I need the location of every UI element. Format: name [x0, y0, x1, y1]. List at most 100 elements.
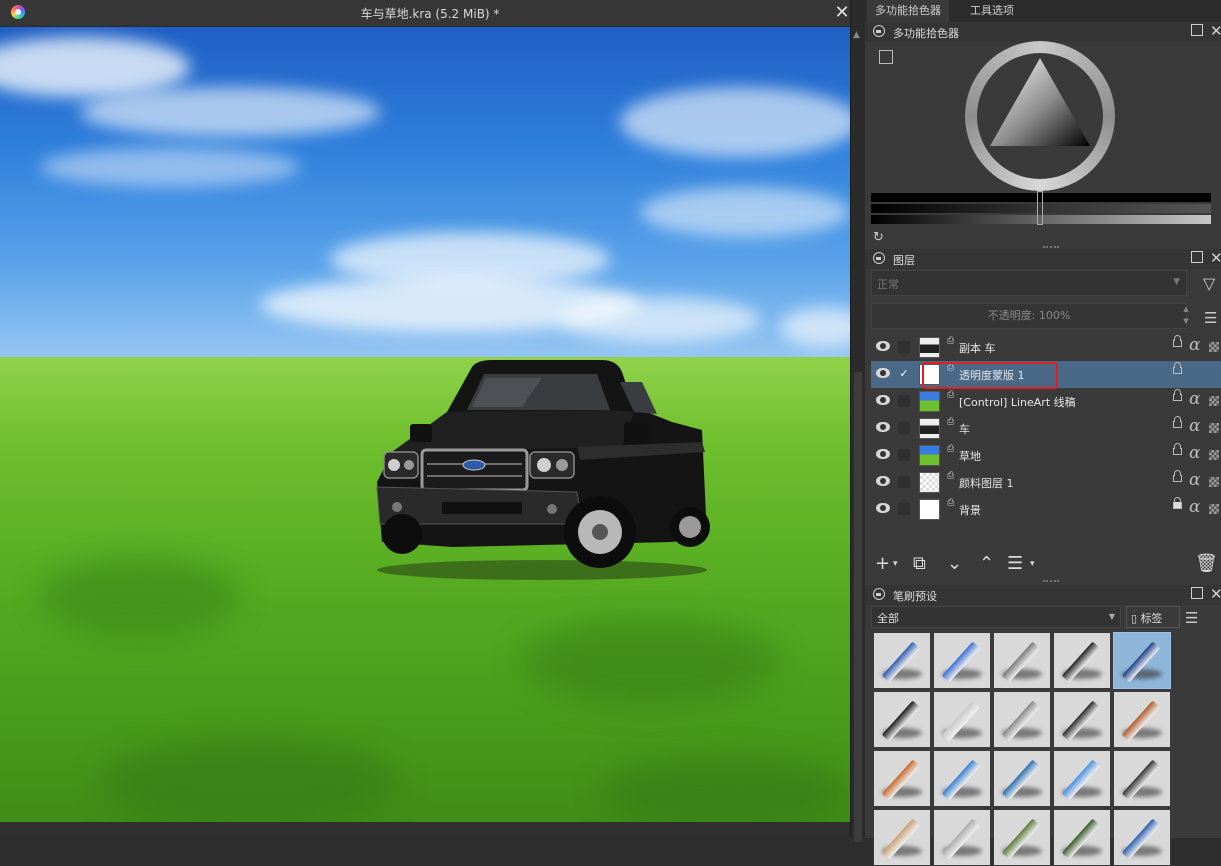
eye-icon[interactable] [876, 341, 890, 351]
properties-dropdown-icon[interactable]: ▾ [1030, 552, 1035, 576]
move-layer-up-icon[interactable]: ⌃ [979, 552, 994, 576]
lock-icon[interactable] [1173, 335, 1182, 347]
lock-icon[interactable] [873, 588, 885, 600]
opacity-spinner[interactable]: ▲ ▼ [1179, 303, 1193, 329]
layer-row[interactable]: ⎙ 颜料图层 1 α [871, 469, 1221, 496]
scroll-up-icon[interactable]: ▲ [853, 30, 860, 40]
lock-icon[interactable] [1173, 443, 1182, 455]
lock-icon[interactable] [1173, 362, 1182, 374]
layer-name[interactable]: 草地 [959, 448, 981, 464]
brush-preset-icon[interactable] [933, 691, 991, 748]
inherit-alpha-icon[interactable] [1209, 396, 1219, 406]
brush-preset-icon[interactable] [993, 632, 1051, 689]
brush-preset-icon[interactable] [873, 632, 931, 689]
layer-select-checkbox[interactable] [898, 395, 910, 407]
blend-mode-select[interactable]: 正常 ▼ [871, 270, 1187, 296]
lock-icon[interactable] [1173, 416, 1182, 428]
layer-select-checkbox[interactable] [898, 503, 910, 515]
eye-icon[interactable] [876, 395, 890, 405]
brush-preset-icon[interactable] [933, 750, 991, 807]
inherit-alpha-icon[interactable] [1209, 342, 1219, 352]
brush-preset-icon[interactable] [1053, 691, 1111, 748]
float-panel-icon[interactable] [1191, 587, 1203, 599]
inherit-alpha-icon[interactable] [1209, 477, 1219, 487]
brush-preset-icon[interactable] [993, 691, 1051, 748]
alpha-lock-icon[interactable]: α [1189, 335, 1200, 355]
image-canvas[interactable] [0, 27, 850, 822]
layer-name[interactable]: 副本 车 [959, 340, 996, 356]
tab-tool-options[interactable]: 工具选项 [962, 0, 1022, 22]
duplicate-layer-icon[interactable]: ⧉ [913, 552, 926, 576]
brush-preset-icon[interactable] [1113, 691, 1171, 748]
layer-row[interactable]: ⎙ [Control] LineArt 线稿 α [871, 388, 1221, 415]
highlight-annotation-box [922, 362, 1058, 389]
float-panel-icon[interactable] [1191, 24, 1203, 36]
eye-icon[interactable] [876, 422, 890, 432]
eye-icon[interactable] [876, 476, 890, 486]
layer-row[interactable]: ⎙ 草地 α [871, 442, 1221, 469]
brush-presets-menu-icon[interactable]: ☰ [1185, 609, 1198, 627]
reset-colors-icon[interactable]: ↻ [873, 230, 884, 245]
tab-advanced-color-selector[interactable]: 多功能拾色器 [867, 0, 949, 22]
layer-select-checkbox[interactable] [898, 422, 910, 434]
lock-icon[interactable] [1173, 470, 1182, 482]
filter-icon[interactable]: ▽ [1203, 274, 1215, 293]
lock-icon[interactable] [1173, 497, 1182, 509]
alpha-lock-icon[interactable]: α [1189, 497, 1200, 517]
color-settings-icon[interactable] [879, 50, 893, 64]
eye-icon[interactable] [876, 449, 890, 459]
alpha-lock-icon[interactable]: α [1189, 470, 1200, 490]
brush-preset-grid [873, 632, 1173, 866]
layer-select-checkbox[interactable]: ✓ [898, 368, 910, 380]
alpha-lock-icon[interactable]: α [1189, 389, 1200, 409]
brush-preset-icon[interactable] [873, 750, 931, 807]
brush-preset-icon[interactable] [1113, 632, 1171, 689]
inherit-alpha-icon[interactable] [1209, 504, 1219, 514]
inherit-alpha-icon[interactable] [1209, 423, 1219, 433]
opacity-slider[interactable]: 不透明度: 100% [871, 303, 1187, 329]
layers-menu-icon[interactable]: ☰ [1204, 309, 1217, 327]
close-document-button[interactable]: ✕ [832, 2, 852, 24]
layer-row[interactable]: ⎙ 背景 α [871, 496, 1221, 523]
brush-preset-icon[interactable] [1113, 750, 1171, 807]
lock-icon[interactable] [873, 252, 885, 264]
close-panel-icon[interactable]: ✕ [1210, 22, 1221, 40]
add-layer-icon[interactable]: + [875, 552, 890, 576]
delete-layer-icon[interactable]: 🗑 [1195, 552, 1218, 576]
brush-preset-icon[interactable] [993, 750, 1051, 807]
add-layer-dropdown-icon[interactable]: ▾ [893, 552, 898, 576]
color-value-bars[interactable] [871, 191, 1211, 225]
close-panel-icon[interactable]: ✕ [1210, 585, 1221, 603]
scrollbar-thumb[interactable] [854, 372, 862, 842]
alpha-lock-icon[interactable]: α [1189, 416, 1200, 436]
float-panel-icon[interactable] [1191, 251, 1203, 263]
layer-row[interactable]: ⎙ 副本 车 α [871, 334, 1221, 361]
splitter-grip[interactable] [1043, 580, 1059, 584]
layer-select-checkbox[interactable] [898, 476, 910, 488]
layer-row[interactable]: ⎙ 车 α [871, 415, 1221, 442]
brush-preset-icon[interactable] [873, 691, 931, 748]
brush-preset-icon[interactable] [1053, 750, 1111, 807]
layer-name[interactable]: 车 [959, 421, 970, 437]
close-panel-icon[interactable]: ✕ [1210, 249, 1221, 267]
eye-icon[interactable] [876, 368, 890, 378]
brush-preset-icon[interactable] [1053, 632, 1111, 689]
brush-tag-filter-select[interactable]: 全部 ▼ [871, 606, 1121, 628]
move-layer-down-icon[interactable]: ⌄ [947, 552, 962, 576]
saturation-value-triangle[interactable] [988, 56, 1092, 148]
document-vertical-scrollbar[interactable]: ▲ [850, 0, 865, 842]
brush-preset-icon[interactable] [933, 632, 991, 689]
lock-icon[interactable] [1173, 389, 1182, 401]
layer-name[interactable]: 背景 [959, 502, 981, 518]
alpha-lock-icon[interactable]: α [1189, 443, 1200, 463]
layer-select-checkbox[interactable] [898, 341, 910, 353]
layer-name[interactable]: 颜料图层 1 [959, 475, 1014, 491]
tag-button[interactable]: ▯ 标签 [1126, 606, 1180, 628]
layer-select-checkbox[interactable] [898, 449, 910, 461]
inherit-alpha-icon[interactable] [1209, 450, 1219, 460]
layer-pin-icon: ⎙ [947, 498, 955, 508]
eye-icon[interactable] [876, 503, 890, 513]
layer-properties-icon[interactable]: ☰ [1007, 552, 1023, 576]
layer-name[interactable]: [Control] LineArt 线稿 [959, 394, 1076, 410]
lock-icon[interactable] [873, 25, 885, 37]
